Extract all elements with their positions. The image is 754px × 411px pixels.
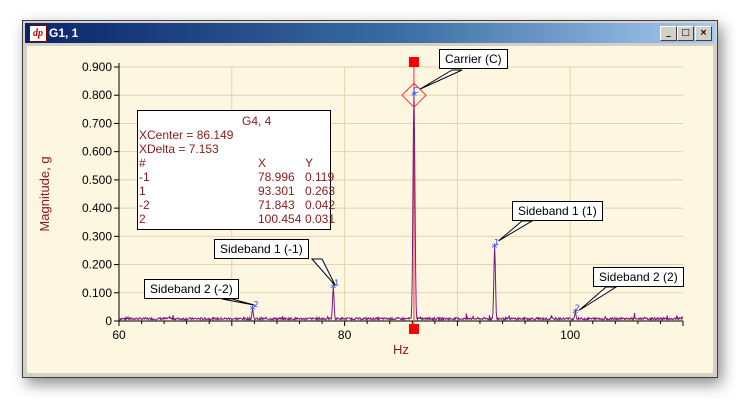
info-row-y: 0.263	[305, 184, 336, 198]
callout-sideband-1-pos: Sideband 1 (1)	[512, 201, 603, 221]
plot-area[interactable]: 0 0.100 0.200 0.300 0.400 0.500 0.600 0.700 0.80…	[27, 46, 713, 373]
callout-pointer	[498, 220, 534, 242]
info-row-y: 0.042	[305, 198, 336, 212]
callout-pointer	[578, 286, 618, 311]
callout-sideband-1-neg: Sideband 1 (-1)	[214, 239, 309, 259]
info-title: G4, 4	[242, 114, 272, 128]
info-xcenter: XCenter = 86.149	[139, 128, 234, 142]
app-icon[interactable]: dp	[29, 25, 47, 42]
info-row-n: 2	[139, 212, 146, 226]
cursor-handle-bottom	[408, 324, 419, 334]
plot-window: dp G1, 1 _ □ × 0 0.100 0.200 0.300 0.400 0.50…	[22, 20, 718, 378]
y-tick-label: 0.900	[82, 60, 112, 74]
x-tick-label: 80	[338, 328, 352, 342]
y-tick-label: 0.100	[82, 286, 112, 300]
y-tick-label: 0	[105, 314, 112, 328]
info-row-y: 0.119	[305, 170, 335, 184]
peak-marker-label: 2	[575, 303, 580, 312]
callout-sideband-2-neg: Sideband 2 (-2)	[144, 279, 239, 299]
info-row-x: 100.454	[258, 212, 302, 226]
minimize-button[interactable]: _	[660, 26, 677, 41]
info-row-x: 93.301	[258, 184, 295, 198]
x-tick-label: 100	[560, 328, 580, 342]
y-tick-label: 0.400	[82, 201, 112, 215]
peak-marker-label: C	[413, 86, 419, 95]
y-tick-label: 0.500	[82, 173, 112, 187]
x-tick-label: 60	[112, 328, 126, 342]
y-tick-label: 0.800	[82, 88, 112, 102]
info-row-y: 0.031	[305, 212, 336, 226]
window-title: G1, 1	[49, 26, 79, 40]
y-tick-label: 0.300	[82, 229, 112, 243]
info-row-n: -2	[139, 198, 150, 212]
callout-sideband-2-pos: Sideband 2 (2)	[593, 267, 684, 287]
y-axis-label: Magnitude, g	[37, 156, 52, 231]
title-bar[interactable]: dp G1, 1 _ □ ×	[25, 23, 715, 43]
y-tick-label: 0.600	[82, 145, 112, 159]
y-tick-label: 0.200	[82, 258, 112, 272]
x-axis-label: Hz	[393, 342, 409, 357]
y-tick-label: 0.700	[82, 116, 112, 130]
close-button[interactable]: ×	[695, 26, 712, 41]
info-col-y: Y	[305, 156, 314, 170]
peak-marker-label: 1	[494, 238, 499, 247]
info-box[interactable]: G4, 4 XCenter = 86.149 XDelta = 7.153 # …	[137, 110, 335, 230]
info-col-hash: #	[139, 156, 146, 170]
info-row-x: 71.843	[258, 198, 295, 212]
callout-carrier: Carrier (C)	[439, 49, 508, 69]
info-row-n: -1	[139, 170, 150, 184]
cursor-handle-top	[408, 57, 419, 67]
maximize-button[interactable]: □	[677, 26, 694, 41]
spectrum-chart[interactable]: 0 0.100 0.200 0.300 0.400 0.500 0.600 0.700 0.80…	[27, 46, 713, 373]
info-row-n: 1	[139, 184, 146, 198]
callout-pointer	[419, 69, 463, 90]
info-xdelta: XDelta = 7.153	[139, 142, 219, 156]
callout-pointer	[310, 258, 336, 286]
info-col-x: X	[258, 156, 267, 170]
info-row-x: 78.996	[258, 170, 295, 184]
